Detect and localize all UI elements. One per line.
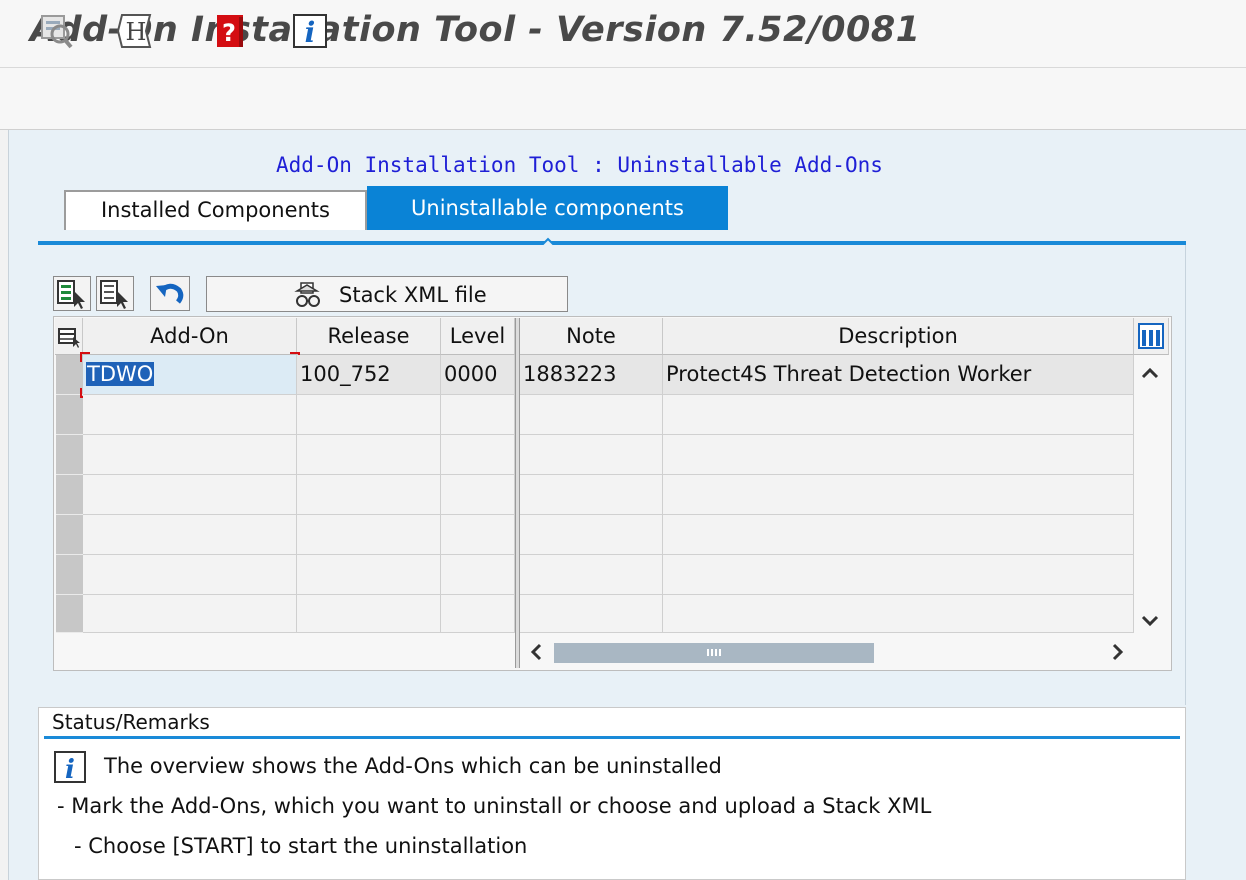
empty-cell[interactable] <box>520 595 663 633</box>
empty-cell[interactable] <box>441 395 515 435</box>
empty-cell[interactable] <box>441 515 515 555</box>
tab-installed-components[interactable]: Installed Components <box>64 190 367 230</box>
row-selector[interactable] <box>56 595 83 633</box>
empty-cell[interactable] <box>83 395 297 435</box>
empty-cell[interactable] <box>520 435 663 475</box>
empty-cell[interactable] <box>663 595 1134 633</box>
table-cell-release[interactable]: 100_752 <box>297 355 441 395</box>
status-remarks-title: Status/Remarks <box>52 710 210 734</box>
row-selector[interactable] <box>56 435 83 475</box>
column-layout-button[interactable] <box>1134 318 1169 355</box>
row-selector[interactable] <box>56 395 83 435</box>
status-title-underline <box>44 736 1180 739</box>
stack-xml-file-label: Stack XML file <box>339 283 487 307</box>
window-title: Add-On Installation Tool - Version 7.52/… <box>30 10 921 50</box>
empty-cell[interactable] <box>297 395 441 435</box>
scroll-right-button[interactable] <box>1104 641 1130 663</box>
table-cell-description[interactable]: Protect4S Threat Detection Worker <box>663 355 1134 395</box>
status-instruction: - Choose [START] to start the uninstalla… <box>74 834 528 858</box>
empty-cell[interactable] <box>441 475 515 515</box>
glasses-document-icon <box>294 282 320 307</box>
empty-cell[interactable] <box>297 475 441 515</box>
check-icon[interactable] <box>38 12 74 50</box>
empty-cell[interactable] <box>520 515 663 555</box>
column-header-note[interactable]: Note <box>520 318 663 355</box>
stack-xml-file-button[interactable]: Stack XML file <box>206 276 568 312</box>
row-selector[interactable] <box>56 515 83 555</box>
deselect-all-button[interactable] <box>96 276 134 311</box>
undo-icon <box>156 283 184 304</box>
empty-cell[interactable] <box>663 435 1134 475</box>
undo-button[interactable] <box>150 276 190 311</box>
info-icon: i <box>54 751 86 785</box>
table-cell-level[interactable]: 0000 <box>441 355 515 395</box>
empty-cell[interactable] <box>520 395 663 435</box>
chevron-left-icon <box>530 643 542 661</box>
row-selector[interactable] <box>56 355 83 395</box>
svg-text:?: ? <box>222 19 236 47</box>
svg-text:i: i <box>305 16 316 49</box>
select-all-button[interactable] <box>53 276 91 311</box>
empty-cell[interactable] <box>520 475 663 515</box>
column-header-release[interactable]: Release <box>297 318 441 355</box>
column-header-level[interactable]: Level <box>441 318 515 355</box>
scroll-down-button[interactable] <box>1136 610 1164 632</box>
select-all-icon <box>57 280 85 309</box>
empty-cell[interactable] <box>663 555 1134 595</box>
help-book-icon[interactable]: ? <box>212 12 248 50</box>
chevron-right-icon <box>1112 643 1124 661</box>
empty-cell[interactable] <box>83 435 297 475</box>
empty-cell[interactable] <box>83 475 297 515</box>
empty-cell[interactable] <box>83 595 297 633</box>
empty-cell[interactable] <box>297 515 441 555</box>
scroll-up-button[interactable] <box>1136 362 1164 384</box>
table-cell-note[interactable]: 1883223 <box>520 355 663 395</box>
column-header-addon[interactable]: Add-On <box>83 318 297 355</box>
table-settings-button[interactable] <box>55 318 83 355</box>
empty-cell[interactable] <box>297 595 441 633</box>
empty-cell[interactable] <box>663 515 1134 555</box>
empty-cell[interactable] <box>663 475 1134 515</box>
empty-cell[interactable] <box>441 435 515 475</box>
table-settings-icon <box>57 328 80 348</box>
scrollbar-thumb[interactable] <box>554 643 874 663</box>
svg-text:H: H <box>126 18 147 46</box>
row-selector[interactable] <box>56 475 83 515</box>
status-instruction: - Mark the Add-Ons, which you want to un… <box>57 794 932 818</box>
empty-cell[interactable] <box>83 515 297 555</box>
empty-cell[interactable] <box>297 555 441 595</box>
empty-cell[interactable] <box>520 555 663 595</box>
empty-cell[interactable] <box>441 555 515 595</box>
page-heading: Add-On Installation Tool : Uninstallable… <box>276 153 883 177</box>
column-header-description[interactable]: Description <box>663 318 1134 355</box>
help-h-icon[interactable]: H <box>116 12 152 50</box>
status-message: The overview shows the Add-Ons which can… <box>104 754 722 778</box>
scroll-left-button[interactable] <box>524 641 550 663</box>
application-toolbar <box>0 68 1246 130</box>
tab-uninstallable-components[interactable]: Uninstallable components <box>367 186 728 230</box>
table-cell-addon[interactable]: TDWO <box>83 355 297 395</box>
row-selector[interactable] <box>56 555 83 595</box>
info-icon[interactable]: i <box>292 12 328 50</box>
svg-text:i: i <box>65 755 75 783</box>
chevron-down-icon <box>1141 615 1159 627</box>
empty-cell[interactable] <box>441 595 515 633</box>
deselect-all-icon <box>100 280 128 309</box>
empty-cell[interactable] <box>83 555 297 595</box>
grip-icon <box>707 649 721 656</box>
empty-cell[interactable] <box>297 435 441 475</box>
chevron-up-icon <box>1141 367 1159 379</box>
column-layout-icon <box>1138 323 1164 349</box>
empty-cell[interactable] <box>663 395 1134 435</box>
selected-addon-value: TDWO <box>86 362 155 386</box>
